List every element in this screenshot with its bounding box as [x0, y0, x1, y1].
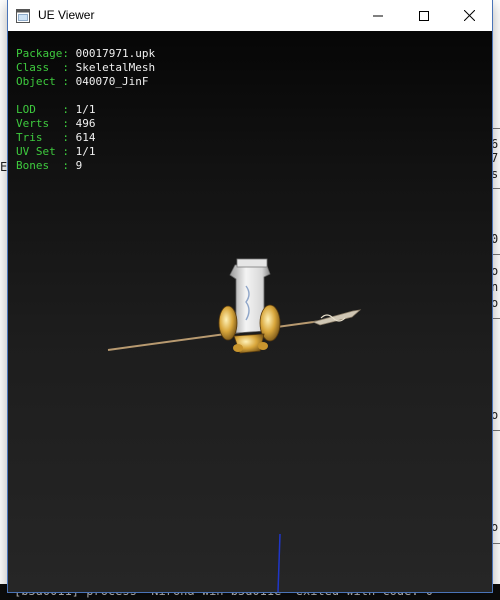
console-fragment: 7 — [491, 151, 499, 165]
axis-gizmo-line — [277, 533, 281, 592]
console-fragment: s — [491, 167, 499, 181]
console-fragment: 6 — [491, 137, 499, 151]
skeletal-mesh-render — [107, 258, 362, 592]
window-title: UE Viewer — [38, 8, 95, 22]
console-fragment: E — [0, 160, 8, 174]
console-fragment: o — [491, 408, 499, 422]
maximize-icon — [419, 6, 429, 25]
console-fragment: n — [491, 280, 499, 294]
pillar-cap — [236, 258, 268, 268]
gold-bead — [233, 344, 243, 352]
console-fragment: o — [491, 520, 499, 534]
gold-bead — [258, 342, 268, 350]
console-fragment: 0 — [491, 232, 499, 246]
maximize-button[interactable] — [401, 0, 447, 31]
close-button[interactable] — [446, 0, 492, 31]
title-bar[interactable]: UE Viewer — [8, 0, 492, 31]
shaft-line — [107, 319, 329, 351]
minimize-button[interactable] — [355, 0, 401, 31]
3d-viewport[interactable]: Package: 00017971.upk Class : SkeletalMe… — [8, 31, 492, 592]
minimize-icon — [373, 6, 383, 25]
ue-viewer-window: UE Viewer Package: 00017971.upk Class : … — [8, 0, 492, 592]
spearhead — [311, 309, 362, 326]
app-window-icon — [16, 8, 30, 23]
console-fragment: o — [491, 296, 499, 310]
left-gold-ornament — [218, 305, 238, 341]
console-fragment: o — [491, 264, 499, 278]
close-icon — [463, 6, 475, 25]
